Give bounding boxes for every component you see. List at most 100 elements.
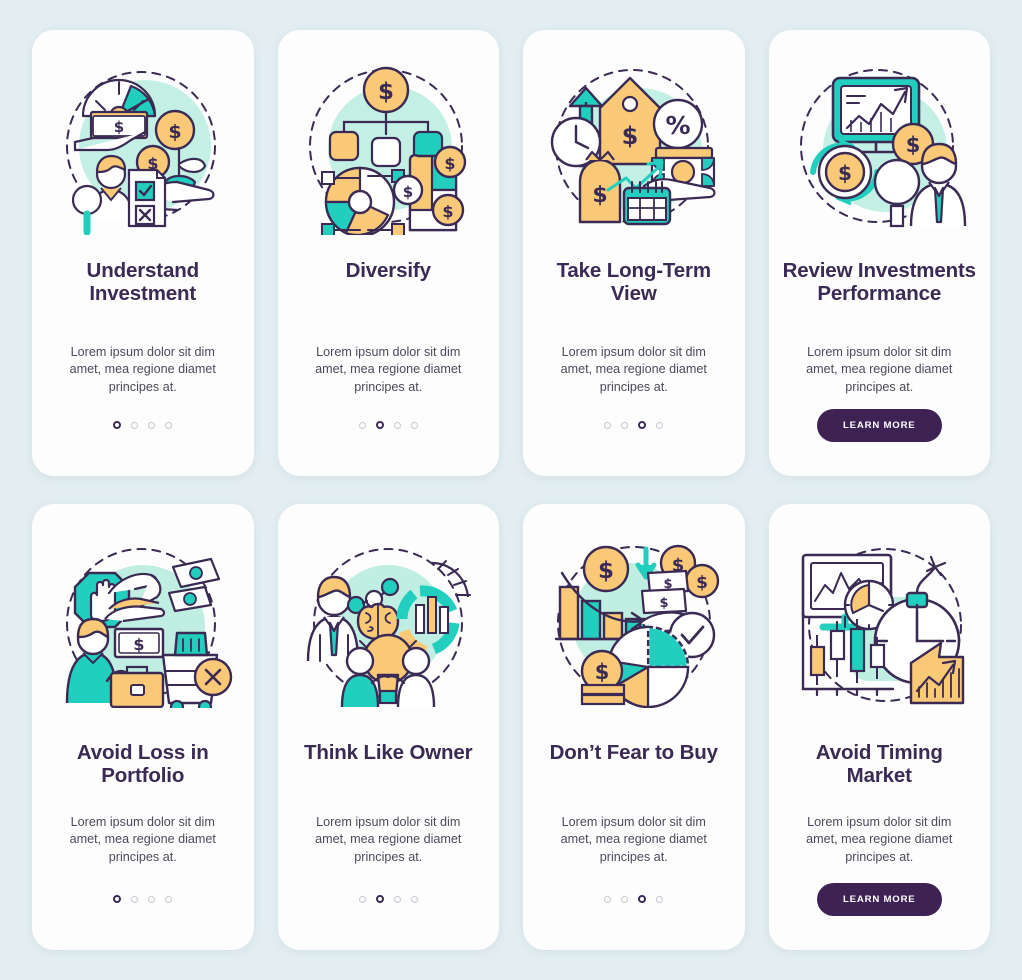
screens-row-bottom: $ Avoid Loss in Portfolio Lorem ipsum do… — [32, 504, 990, 950]
pagination-dot-4[interactable] — [656, 421, 664, 429]
screen-body-text: Lorem ipsum dolor sit dim amet, mea regi… — [560, 815, 707, 864]
review-performance-illustration: $ $ — [800, 68, 967, 227]
svg-text:$: $ — [133, 635, 144, 654]
screen-title: Avoid Timing Market — [815, 741, 943, 787]
onboarding-screen-diversify[interactable]: $ $ $ $ Diversify Lorem ipsum dolor sit … — [277, 30, 500, 476]
title-area: Think Like Owner — [278, 712, 500, 814]
screen-footer: LEARN MORE — [769, 408, 991, 476]
svg-text:$: $ — [592, 183, 607, 208]
body-area: Lorem ipsum dolor sit dim amet, mea regi… — [278, 344, 500, 396]
pagination-dot-3[interactable] — [393, 895, 401, 903]
onboarding-screen-avoid-loss-in-portfolio[interactable]: $ Avoid Loss in Portfolio Lorem ipsum do… — [32, 504, 254, 950]
svg-text:$: $ — [659, 596, 668, 611]
pagination-dot-2[interactable] — [375, 895, 384, 903]
onboarding-screen-think-like-owner[interactable]: Think Like Owner Lorem ipsum dolor sit d… — [277, 504, 500, 950]
pagination-dots[interactable] — [604, 895, 664, 903]
illustration-container: $ $ $ — [32, 30, 254, 238]
body-area: Lorem ipsum dolor sit dim amet, mea regi… — [32, 344, 254, 396]
illustration-container — [769, 504, 991, 712]
screen-body-text: Lorem ipsum dolor sit dim amet, mea regi… — [69, 345, 216, 394]
svg-text:$: $ — [696, 573, 708, 593]
pagination-dot-4[interactable] — [410, 421, 418, 429]
screen-body-text: Lorem ipsum dolor sit dim amet, mea regi… — [315, 815, 462, 864]
title-area: Avoid Timing Market — [769, 712, 991, 814]
avoid-timing-market-illustration — [801, 547, 965, 704]
onboarding-screen-understand-investment[interactable]: $ $ $ Understand Investment Lorem ipsum … — [32, 30, 254, 476]
pagination-dot-2[interactable] — [621, 421, 629, 429]
pagination-dot-1[interactable] — [604, 421, 612, 429]
illustration-container — [278, 504, 500, 712]
title-area: Review Investments Performance — [769, 238, 991, 344]
illustration-container: $ % $ — [523, 30, 745, 238]
screen-footer — [523, 408, 745, 476]
onboarding-screen-take-long-term-view[interactable]: $ % $ Take Long-Term View Lorem ipsum do… — [523, 30, 745, 476]
onboarding-screen-dont-fear-to-buy[interactable]: $ $ $ $ $ $ Don’t Fear to Buy Lorem ipsu… — [523, 504, 745, 950]
onboarding-screen-avoid-timing-market[interactable]: Avoid Timing Market Lorem ipsum dolor si… — [768, 504, 991, 950]
think-like-owner-illustration — [307, 547, 472, 707]
pagination-dot-2[interactable] — [131, 421, 139, 429]
pagination-dots[interactable] — [358, 421, 418, 429]
pagination-dot-3[interactable] — [148, 895, 156, 903]
pagination-dot-3[interactable] — [638, 895, 647, 903]
screen-body-text: Lorem ipsum dolor sit dim amet, mea regi… — [69, 815, 216, 864]
screen-title: Diversify — [345, 259, 431, 282]
illustration-container: $ $ — [769, 30, 991, 238]
onboarding-screen-review-investments-performance[interactable]: $ $ Review Investments Performance Lorem… — [768, 30, 991, 476]
pagination-dot-1[interactable] — [113, 421, 122, 429]
screen-body-text: Lorem ipsum dolor sit dim amet, mea regi… — [806, 815, 953, 864]
pagination-dots[interactable] — [113, 895, 173, 903]
screen-footer — [278, 408, 500, 476]
screens-row-top: $ $ $ Understand Investment Lorem ipsum … — [32, 30, 990, 476]
pagination-dot-4[interactable] — [165, 421, 173, 429]
svg-text:$: $ — [378, 79, 394, 105]
screen-title: Don’t Fear to Buy — [549, 741, 718, 764]
pagination-dot-2[interactable] — [131, 895, 139, 903]
svg-text:$: $ — [114, 118, 124, 136]
screen-title: Take Long-Term View — [556, 259, 711, 305]
dont-fear-to-buy-illustration: $ $ $ $ $ $ — [554, 544, 719, 708]
screen-title: Understand Investment — [86, 259, 200, 305]
svg-text:$: $ — [403, 183, 413, 201]
pagination-dot-4[interactable] — [656, 895, 664, 903]
screen-footer — [32, 408, 254, 476]
diversify-illustration: $ $ $ $ — [309, 66, 467, 235]
svg-text:$: $ — [443, 202, 454, 221]
svg-text:$: $ — [594, 660, 609, 684]
title-area: Understand Investment — [32, 238, 254, 344]
screen-footer — [523, 882, 745, 950]
pagination-dots[interactable] — [113, 421, 173, 429]
learn-more-button[interactable]: LEARN MORE — [817, 408, 942, 442]
pagination-dot-4[interactable] — [410, 895, 418, 903]
illustration-container: $ — [32, 504, 254, 712]
learn-more-button[interactable]: LEARN MORE — [817, 882, 942, 916]
pagination-dots[interactable] — [358, 895, 418, 903]
body-area: Lorem ipsum dolor sit dim amet, mea regi… — [769, 814, 991, 866]
pagination-dot-1[interactable] — [604, 895, 612, 903]
pagination-dot-3[interactable] — [638, 421, 647, 429]
screen-footer — [278, 882, 500, 950]
body-area: Lorem ipsum dolor sit dim amet, mea regi… — [769, 344, 991, 396]
pagination-dot-3[interactable] — [393, 421, 401, 429]
body-area: Lorem ipsum dolor sit dim amet, mea regi… — [523, 344, 745, 396]
long-term-view-illustration: $ % $ — [550, 68, 716, 225]
pagination-dot-1[interactable] — [113, 895, 122, 903]
title-area: Don’t Fear to Buy — [523, 712, 745, 814]
screen-title: Think Like Owner — [304, 741, 473, 764]
pagination-dot-2[interactable] — [621, 895, 629, 903]
pagination-dot-2[interactable] — [375, 421, 384, 429]
screen-title: Avoid Loss in Portfolio — [76, 741, 209, 787]
understand-investment-illustration: $ $ $ — [65, 70, 216, 235]
pagination-dot-3[interactable] — [148, 421, 156, 429]
screen-body-text: Lorem ipsum dolor sit dim amet, mea regi… — [315, 345, 462, 394]
pagination-dots[interactable] — [604, 421, 664, 429]
screen-footer: LEARN MORE — [769, 882, 991, 950]
title-area: Diversify — [278, 238, 500, 344]
pagination-dot-1[interactable] — [358, 421, 366, 429]
body-area: Lorem ipsum dolor sit dim amet, mea regi… — [278, 814, 500, 866]
avoid-loss-illustration: $ — [65, 547, 232, 708]
pagination-dot-1[interactable] — [358, 895, 366, 903]
screen-body-text: Lorem ipsum dolor sit dim amet, mea regi… — [560, 345, 707, 394]
svg-text:$: $ — [168, 121, 181, 143]
pagination-dot-4[interactable] — [165, 895, 173, 903]
title-area: Avoid Loss in Portfolio — [32, 712, 254, 814]
